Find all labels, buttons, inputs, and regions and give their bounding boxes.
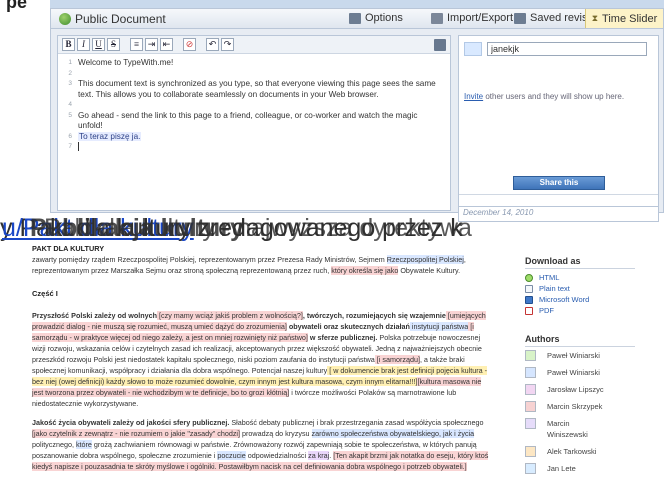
text-file-icon xyxy=(525,284,533,293)
editor-line: 5 Go ahead - send the link to this page … xyxy=(68,110,418,131)
author-item: Paweł Winiarski xyxy=(525,350,664,361)
author-color-swatch xyxy=(525,384,536,395)
format-toolbar: B I U S ≡ ⇥ ⇤ ⊘ ↶ ↷ xyxy=(58,36,450,54)
typewith-app: Public Document Options Import/Export Sa… xyxy=(50,8,664,222)
download-word-link[interactable]: Microsoft Word xyxy=(525,294,664,305)
word-icon xyxy=(525,295,533,304)
time-slider-button[interactable]: ⧗ Time Slider xyxy=(585,9,663,28)
author-item: Paweł Winiarski xyxy=(525,367,664,378)
title-layer-3: Pakt dla kultury - najwyższa dyrektywa xyxy=(44,214,472,242)
author-item: Marcin Winiszewski xyxy=(525,418,664,440)
download-text-link[interactable]: Plain text xyxy=(525,283,664,294)
editor-line: 4 xyxy=(68,101,72,108)
disk-icon xyxy=(514,12,526,24)
download-title: Download as xyxy=(525,256,581,266)
invite-link[interactable]: Invite xyxy=(464,92,483,101)
redo-icon[interactable]: ↷ xyxy=(221,38,234,51)
globe-icon xyxy=(59,13,71,25)
options-button[interactable]: Options xyxy=(349,12,403,24)
document-title[interactable]: Public Document xyxy=(59,12,166,26)
cropped-text-fragment: pe xyxy=(6,0,28,12)
document-heading: PAKT DLA KULTURY xyxy=(32,244,105,253)
username-input[interactable] xyxy=(487,42,647,56)
download-pdf-link[interactable]: PDF xyxy=(525,305,664,316)
authors-title: Authors xyxy=(525,334,560,344)
author-color-swatch xyxy=(525,401,536,412)
outdent-button[interactable]: ⇤ xyxy=(160,38,173,51)
share-button[interactable]: Share this xyxy=(513,176,605,190)
paragraph-2: Jakość życia obywateli zależy od jakości… xyxy=(32,418,489,471)
editor-line: 3 This document text is synchronized as … xyxy=(68,79,436,99)
author-item: Alek Tarkowski xyxy=(525,446,664,457)
section-heading: Część I xyxy=(32,289,58,298)
download-html-link[interactable]: HTML xyxy=(525,272,664,283)
current-user-row xyxy=(464,42,647,56)
pdf-icon xyxy=(525,306,533,315)
author-name: Jan Lete xyxy=(547,464,576,473)
author-name: Alek Tarkowski xyxy=(547,447,597,456)
bullet-list-button[interactable]: ≡ xyxy=(130,38,143,51)
editor-line: 6 To teraz piszę ja. xyxy=(68,131,142,141)
document-icon xyxy=(349,12,361,24)
editor-pane: B I U S ≡ ⇥ ⇤ ⊘ ↶ ↷ 1 Welcome to TypeWit… xyxy=(57,35,451,211)
author-name: Jarosław Lipszyc xyxy=(547,385,604,394)
author-name: Marcin Skrzypek xyxy=(547,402,603,411)
overlapping-title: y Pakt dla kultury zredagowanego przez k… xyxy=(0,214,664,244)
author-name: Paweł Winiarski xyxy=(547,368,600,377)
author-item: Jarosław Lipszyc xyxy=(525,384,664,395)
editor-line: 2 xyxy=(68,69,72,77)
author-item: Marcin Skrzypek xyxy=(525,401,664,412)
italic-button[interactable]: I xyxy=(77,38,90,51)
intro-paragraph: zawarty pomiędzy rządem Rzeczpospolitej … xyxy=(32,255,466,275)
invite-message: Invite other users and they will show up… xyxy=(464,92,625,101)
user-color-swatch[interactable] xyxy=(464,42,482,56)
undo-icon[interactable]: ↶ xyxy=(206,38,219,51)
strikethrough-button[interactable]: S xyxy=(107,38,120,51)
editor-text[interactable]: 1 Welcome to TypeWith.me! 2 3 This docum… xyxy=(58,54,450,153)
text-caret xyxy=(78,142,79,151)
author-color-swatch xyxy=(525,350,536,361)
divider xyxy=(459,194,658,195)
save-icon[interactable] xyxy=(434,39,446,51)
underline-button[interactable]: U xyxy=(92,38,105,51)
paragraph-1: Przyszłość Polski zależy od wolnych [czy… xyxy=(32,311,488,408)
author-name: Marcin Winiszewski xyxy=(547,419,588,439)
document-body: PAKT DLA KULTURY zawarty pomiędzy rządem… xyxy=(30,244,492,481)
author-color-swatch xyxy=(525,418,536,429)
bold-button[interactable]: B xyxy=(62,38,75,51)
author-name: Paweł Winiarski xyxy=(547,351,600,360)
arrows-icon xyxy=(431,12,443,24)
header-bar xyxy=(50,0,664,8)
users-pane: Invite other users and they will show up… xyxy=(458,35,659,207)
author-item: Jan Lete xyxy=(525,463,664,474)
app-toolbar: Public Document Options Import/Export Sa… xyxy=(51,9,663,29)
editor-line: 7 xyxy=(58,142,450,153)
clear-authorship-icon[interactable]: ⊘ xyxy=(183,38,196,51)
indent-button[interactable]: ⇥ xyxy=(145,38,158,51)
editor-line: 1 Welcome to TypeWith.me! xyxy=(68,58,174,67)
hourglass-icon: ⧗ xyxy=(591,13,599,23)
download-panel: Download as HTML Plain text Microsoft Wo… xyxy=(525,256,664,316)
html-icon xyxy=(525,273,533,282)
authors-panel: Authors Paweł Winiarski Paweł Winiarski Ja… xyxy=(525,334,664,481)
author-color-swatch xyxy=(525,446,536,457)
import-export-button[interactable]: Import/Export xyxy=(431,12,513,24)
author-color-swatch xyxy=(525,367,536,378)
author-color-swatch xyxy=(525,463,536,474)
